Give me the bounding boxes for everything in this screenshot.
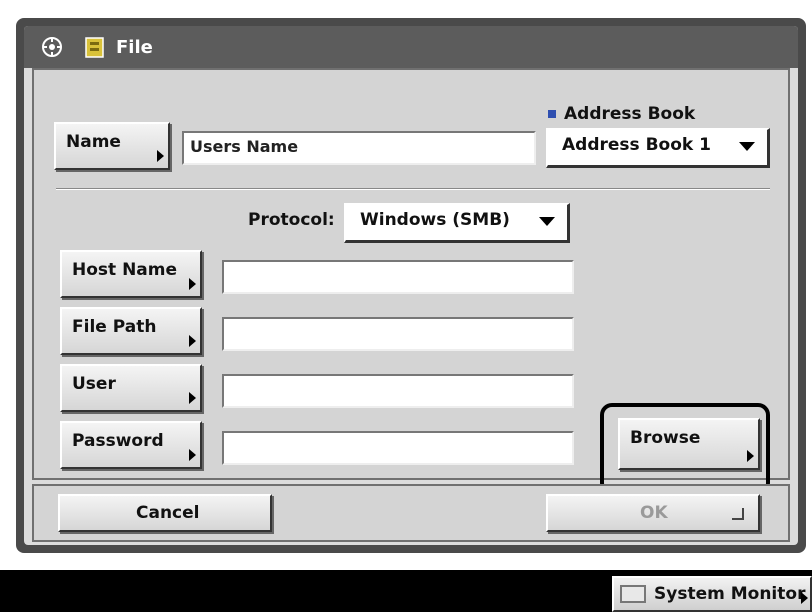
arrow-right-icon [801,592,808,604]
browse-label: Browse [630,428,701,448]
name-button[interactable]: Name [54,122,170,170]
password-button[interactable]: Password [60,421,202,469]
file-path-label: File Path [72,317,157,337]
address-book-selected: Address Book 1 [562,135,711,155]
arrow-right-icon [157,150,164,162]
address-book-marker-icon [548,110,556,118]
password-label: Password [72,431,164,451]
title-bar: File [24,26,798,68]
arrow-right-icon [747,450,754,462]
ok-label: OK [640,503,668,523]
system-monitor-button[interactable]: System Monitor [612,576,812,612]
window-title: File [116,36,153,58]
window-body: File Name Users Name Address Book Addres… [24,26,798,545]
file-path-field[interactable] [222,317,574,351]
user-label: User [72,374,116,394]
address-book-label: Address Book [548,104,695,124]
system-monitor-icon [620,585,646,603]
arrow-right-icon [189,392,196,404]
ok-button[interactable]: OK [546,494,760,532]
address-book-label-text: Address Book [564,104,696,124]
settings-icon [42,37,62,57]
browse-button[interactable]: Browse [618,418,760,470]
arrow-right-icon [189,278,196,290]
host-name-field[interactable] [222,260,574,294]
section-divider [56,188,770,190]
protocol-label: Protocol: [248,210,335,230]
chevron-down-icon [739,142,755,151]
cancel-label: Cancel [136,503,200,523]
chevron-down-icon [539,217,555,226]
user-button[interactable]: User [60,364,202,412]
protocol-selected: Windows (SMB) [360,210,510,230]
address-book-dropdown[interactable]: Address Book 1 [546,128,770,168]
file-folder-icon [85,37,104,58]
arrow-right-icon [189,335,196,347]
host-name-label: Host Name [72,260,178,280]
cancel-button[interactable]: Cancel [58,494,272,532]
protocol-dropdown[interactable]: Windows (SMB) [344,203,570,243]
password-field[interactable] [222,431,574,465]
name-field[interactable]: Users Name [182,131,536,165]
arrow-right-icon [189,449,196,461]
host-name-button[interactable]: Host Name [60,250,202,298]
window-frame: File Name Users Name Address Book Addres… [16,18,806,553]
system-monitor-label: System Monitor [654,584,806,604]
settings-panel: Name Users Name Address Book Address Boo… [32,68,790,495]
name-button-label: Name [66,132,121,152]
file-path-button[interactable]: File Path [60,307,202,355]
enter-icon [732,508,744,520]
footer-bar: Cancel OK [32,484,790,542]
user-field[interactable] [222,374,574,408]
